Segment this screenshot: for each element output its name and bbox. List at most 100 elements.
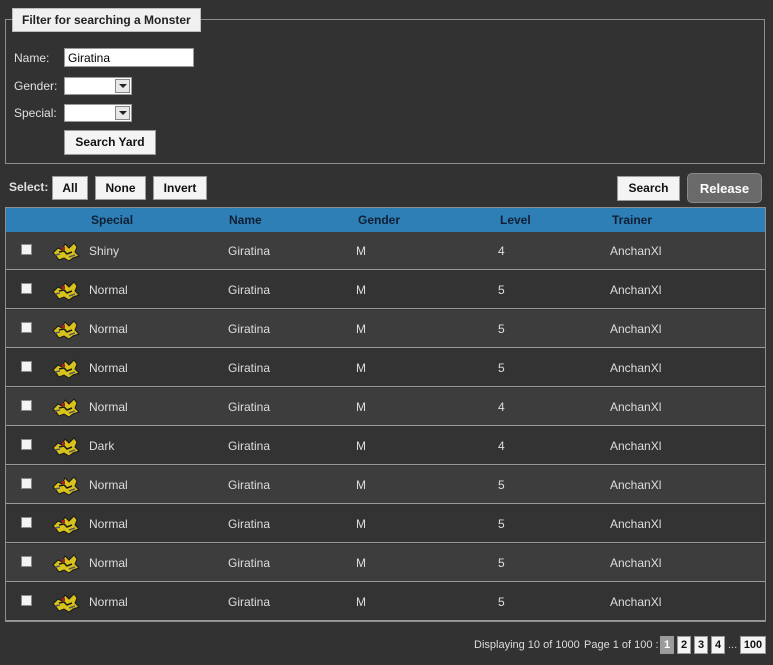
cell-gender: M (356, 322, 366, 336)
giratina-sprite-icon (51, 356, 81, 380)
cell-trainer: AnchanXl (610, 478, 662, 492)
row-checkbox[interactable] (21, 361, 32, 372)
cell-special: Normal (89, 595, 128, 609)
chevron-down-icon (115, 79, 130, 93)
header-trainer[interactable]: Trainer (612, 208, 652, 232)
cell-gender: M (356, 244, 366, 258)
name-input[interactable] (64, 48, 194, 67)
select-label: Select: (9, 180, 49, 194)
cell-trainer: AnchanXl (610, 361, 662, 375)
select-none-button[interactable]: None (95, 176, 146, 200)
cell-level: 5 (498, 283, 505, 297)
page-button-last[interactable]: 100 (740, 636, 766, 654)
search-button[interactable]: Search (617, 176, 680, 201)
cell-level: 5 (498, 478, 505, 492)
cell-special: Normal (89, 400, 128, 414)
page-button-1[interactable]: 1 (660, 636, 674, 654)
cell-name: Giratina (228, 595, 271, 609)
row-checkbox[interactable] (21, 244, 32, 255)
cell-special: Normal (89, 478, 128, 492)
cell-gender: M (356, 556, 366, 570)
cell-special: Shiny (89, 244, 120, 258)
table-row[interactable]: Normal Giratina M 5 AnchanXl (6, 271, 765, 309)
release-button[interactable]: Release (687, 173, 762, 203)
cell-gender: M (356, 439, 366, 453)
header-gender[interactable]: Gender (358, 208, 400, 232)
table-row[interactable]: Normal Giratina M 5 AnchanXl (6, 466, 765, 504)
cell-level: 5 (498, 322, 505, 336)
table-row[interactable]: Normal Giratina M 5 AnchanXl (6, 544, 765, 582)
giratina-sprite-icon (51, 473, 81, 497)
cell-trainer: AnchanXl (610, 439, 662, 453)
row-checkbox[interactable] (21, 595, 32, 606)
header-level[interactable]: Level (500, 208, 531, 232)
row-checkbox[interactable] (21, 283, 32, 294)
page-button-2[interactable]: 2 (677, 636, 691, 654)
cell-level: 5 (498, 361, 505, 375)
cell-gender: M (356, 361, 366, 375)
cell-trainer: AnchanXl (610, 556, 662, 570)
giratina-sprite-icon (51, 395, 81, 419)
cell-name: Giratina (228, 517, 271, 531)
gender-select[interactable] (64, 77, 132, 95)
row-checkbox[interactable] (21, 556, 32, 567)
header-special[interactable]: Special (91, 208, 133, 232)
giratina-sprite-icon (51, 434, 81, 458)
header-name[interactable]: Name (229, 208, 262, 232)
cell-level: 5 (498, 517, 505, 531)
cell-level: 4 (498, 400, 505, 414)
cell-level: 4 (498, 244, 505, 258)
table-row[interactable]: Normal Giratina M 5 AnchanXl (6, 310, 765, 348)
table-row[interactable]: Normal Giratina M 5 AnchanXl (6, 583, 765, 621)
cell-trainer: AnchanXl (610, 517, 662, 531)
cell-trainer: AnchanXl (610, 595, 662, 609)
giratina-sprite-icon (51, 590, 81, 614)
cell-level: 5 (498, 595, 505, 609)
giratina-sprite-icon (51, 317, 81, 341)
page-info: Page 1 of 100 : (584, 639, 659, 651)
cell-gender: M (356, 283, 366, 297)
row-checkbox[interactable] (21, 322, 32, 333)
giratina-sprite-icon (51, 551, 81, 575)
table-row[interactable]: Normal Giratina M 5 AnchanXl (6, 349, 765, 387)
cell-trainer: AnchanXl (610, 400, 662, 414)
cell-name: Giratina (228, 478, 271, 492)
search-yard-button[interactable]: Search Yard (64, 130, 156, 155)
monster-table: Special Name Gender Level Trainer Shiny G… (5, 207, 766, 622)
special-label: Special: (14, 106, 57, 120)
special-select[interactable] (64, 104, 132, 122)
special-row: Special: (14, 103, 57, 123)
cell-level: 4 (498, 439, 505, 453)
cell-special: Normal (89, 517, 128, 531)
cell-gender: M (356, 400, 366, 414)
table-row[interactable]: Dark Giratina M 4 AnchanXl (6, 427, 765, 465)
cell-name: Giratina (228, 283, 271, 297)
cell-name: Giratina (228, 439, 271, 453)
cell-special: Normal (89, 283, 128, 297)
table-row[interactable]: Normal Giratina M 4 AnchanXl (6, 388, 765, 426)
cell-name: Giratina (228, 361, 271, 375)
row-checkbox[interactable] (21, 478, 32, 489)
giratina-sprite-icon (51, 278, 81, 302)
select-all-button[interactable]: All (52, 176, 88, 200)
table-header: Special Name Gender Level Trainer (6, 208, 765, 233)
cell-gender: M (356, 595, 366, 609)
table-row[interactable]: Shiny Giratina M 4 AnchanXl (6, 232, 765, 270)
row-checkbox[interactable] (21, 400, 32, 411)
row-checkbox[interactable] (21, 517, 32, 528)
cell-gender: M (356, 517, 366, 531)
cell-trainer: AnchanXl (610, 322, 662, 336)
name-label: Name: (14, 51, 50, 65)
page-button-3[interactable]: 3 (694, 636, 708, 654)
giratina-sprite-icon (51, 239, 81, 263)
name-row: Name: (14, 48, 49, 68)
cell-special: Normal (89, 556, 128, 570)
displaying-count: Displaying 10 of 1000 (474, 639, 580, 651)
page-button-4[interactable]: 4 (711, 636, 725, 654)
cell-special: Normal (89, 322, 128, 336)
row-checkbox[interactable] (21, 439, 32, 450)
giratina-sprite-icon (51, 512, 81, 536)
gender-label: Gender: (14, 79, 58, 93)
select-invert-button[interactable]: Invert (153, 176, 207, 200)
table-row[interactable]: Normal Giratina M 5 AnchanXl (6, 505, 765, 543)
